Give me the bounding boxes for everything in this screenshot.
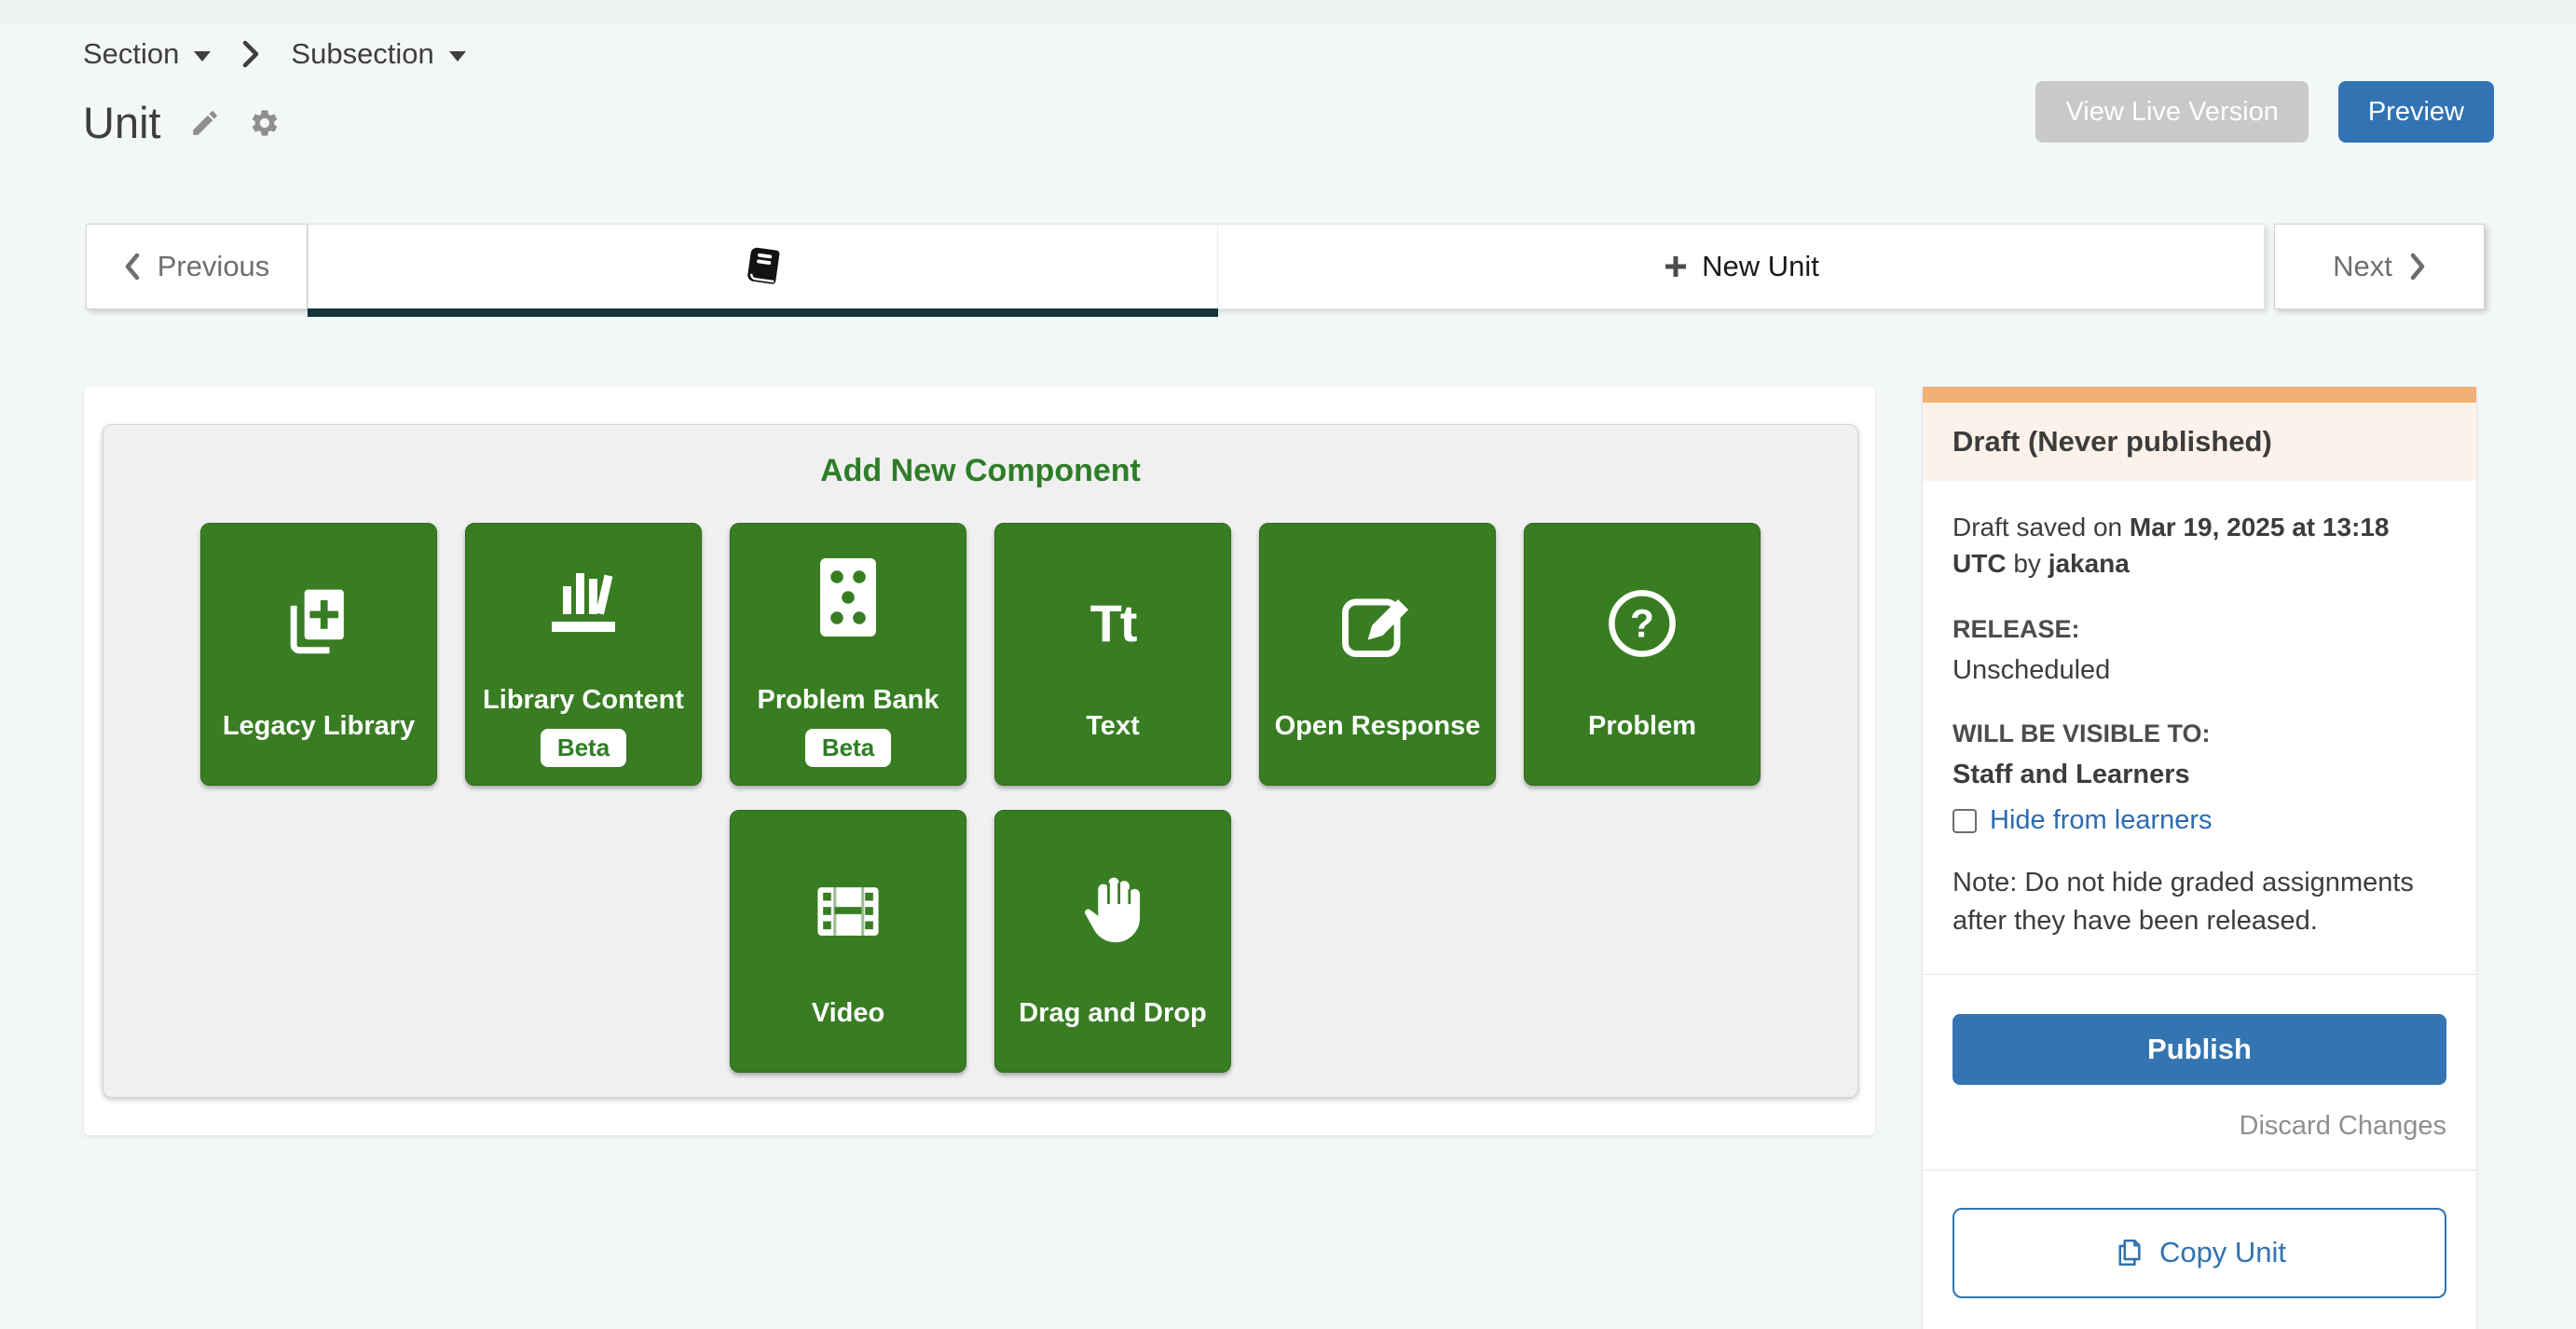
publish-button[interactable]: Publish (1953, 1014, 2446, 1085)
caret-down-icon (194, 51, 211, 62)
add-open-response-button[interactable]: Open Response (1259, 523, 1496, 786)
preview-button[interactable]: Preview (2338, 81, 2494, 143)
sequence-nav: Previous New Unit Next (86, 224, 2485, 309)
copy-icon (2113, 1237, 2144, 1268)
add-drag-and-drop-button[interactable]: Drag and Drop (994, 810, 1231, 1073)
component-row-2: Video Drag and Drop (103, 810, 1857, 1073)
page-title: Unit (83, 97, 161, 148)
component-label: Drag and Drop (1019, 998, 1206, 1029)
view-live-version-button[interactable]: View Live Version (2035, 81, 2308, 143)
new-unit-label: New Unit (1702, 250, 1819, 283)
unit-settings-button[interactable] (249, 107, 281, 139)
add-problem-bank-button[interactable]: Problem Bank Beta (730, 523, 966, 786)
problem-bank-icon (803, 541, 893, 653)
component-label: Legacy Library (223, 711, 415, 742)
pencil-icon (189, 107, 221, 139)
edit-title-button[interactable] (189, 107, 221, 139)
beta-badge: Beta (805, 729, 891, 767)
add-text-button[interactable]: Tt Text (994, 523, 1231, 786)
add-new-component-panel: Add New Component Legacy Library (103, 424, 1858, 1098)
video-icon (805, 855, 891, 966)
top-strip (0, 0, 2576, 24)
title-row: Unit (83, 97, 466, 148)
draft-status-title: Draft (Never published) (1923, 403, 2476, 481)
beta-badge: Beta (541, 729, 626, 767)
copy-unit-label: Copy Unit (2159, 1236, 2286, 1269)
draft-saved-line: Draft saved on Mar 19, 2025 at 13:18 UTC… (1953, 509, 2446, 582)
problem-icon: ? (1599, 568, 1685, 679)
breadcrumb-subsection-dropdown[interactable]: Subsection (291, 37, 465, 71)
copy-unit-button[interactable]: Copy Unit (1953, 1208, 2446, 1298)
sidebar-body: Draft saved on Mar 19, 2025 at 13:18 UTC… (1923, 481, 2476, 974)
component-label: Library Content (483, 685, 684, 716)
component-label: Problem Bank (758, 685, 939, 716)
drag-and-drop-icon (1074, 855, 1152, 966)
add-problem-button[interactable]: ? Problem (1524, 523, 1761, 786)
header-actions: View Live Version Preview (2035, 81, 2494, 143)
chevron-right-icon (240, 38, 261, 70)
publish-section: Publish (1923, 975, 2476, 1085)
graded-assignments-note: Note: Do not hide graded assignments aft… (1953, 864, 2446, 973)
copy-unit-section: Copy Unit (1923, 1171, 2476, 1329)
add-library-content-button[interactable]: Library Content Beta (465, 523, 702, 786)
next-button[interactable]: Next (2274, 224, 2485, 309)
previous-label: Previous (158, 250, 270, 283)
chevron-left-icon (124, 252, 141, 281)
component-label: Problem (1588, 711, 1696, 742)
visibility-value: Staff and Learners (1953, 760, 2446, 790)
discard-section: Discard Changes (1923, 1085, 2476, 1170)
component-label: Open Response (1275, 711, 1481, 742)
previous-button[interactable]: Previous (86, 224, 308, 309)
chevron-right-icon (2409, 252, 2426, 281)
draft-saved-author: jakana (2048, 549, 2130, 578)
discard-changes-link[interactable]: Discard Changes (2240, 1111, 2446, 1141)
breadcrumb-subsection-label: Subsection (291, 37, 433, 71)
legacy-library-icon (276, 568, 362, 679)
svg-text:?: ? (1630, 601, 1654, 645)
component-label: Video (812, 998, 884, 1029)
component-row-1: Legacy Library Library Content Beta (103, 523, 1857, 786)
hide-from-learners-checkbox[interactable] (1953, 809, 1977, 833)
unit-tab-active[interactable] (308, 225, 1218, 308)
text-icon: Tt (1090, 568, 1136, 679)
open-response-icon (1335, 568, 1420, 679)
publish-sidebar: Draft (Never published) Draft saved on M… (1923, 387, 2476, 1329)
next-label: Next (2333, 250, 2392, 283)
caret-down-icon (449, 51, 466, 62)
book-icon (739, 242, 788, 291)
add-component-title: Add New Component (103, 453, 1857, 489)
release-value: Unscheduled (1953, 655, 2446, 686)
page-header: Section Subsection Unit (83, 37, 466, 148)
add-video-button[interactable]: Video (730, 810, 966, 1073)
hide-from-learners-row: Hide from learners (1953, 805, 2446, 836)
unit-content-card: Add New Component Legacy Library (84, 387, 1875, 1135)
component-label: Text (1086, 711, 1139, 742)
plus-icon (1663, 253, 1689, 280)
sequence-strip: New Unit (308, 224, 2265, 309)
breadcrumb-section-dropdown[interactable]: Section (83, 37, 211, 71)
visibility-label: WILL BE VISIBLE TO: (1953, 719, 2446, 748)
breadcrumb-section-label: Section (83, 37, 179, 71)
add-legacy-library-button[interactable]: Legacy Library (200, 523, 437, 786)
gear-icon (249, 107, 281, 139)
release-label: RELEASE: (1953, 615, 2446, 644)
hide-from-learners-label[interactable]: Hide from learners (1990, 805, 2213, 836)
new-unit-button[interactable]: New Unit (1218, 225, 2264, 308)
draft-accent-bar (1923, 387, 2476, 403)
breadcrumb: Section Subsection (83, 37, 466, 71)
library-content-icon (539, 541, 628, 653)
